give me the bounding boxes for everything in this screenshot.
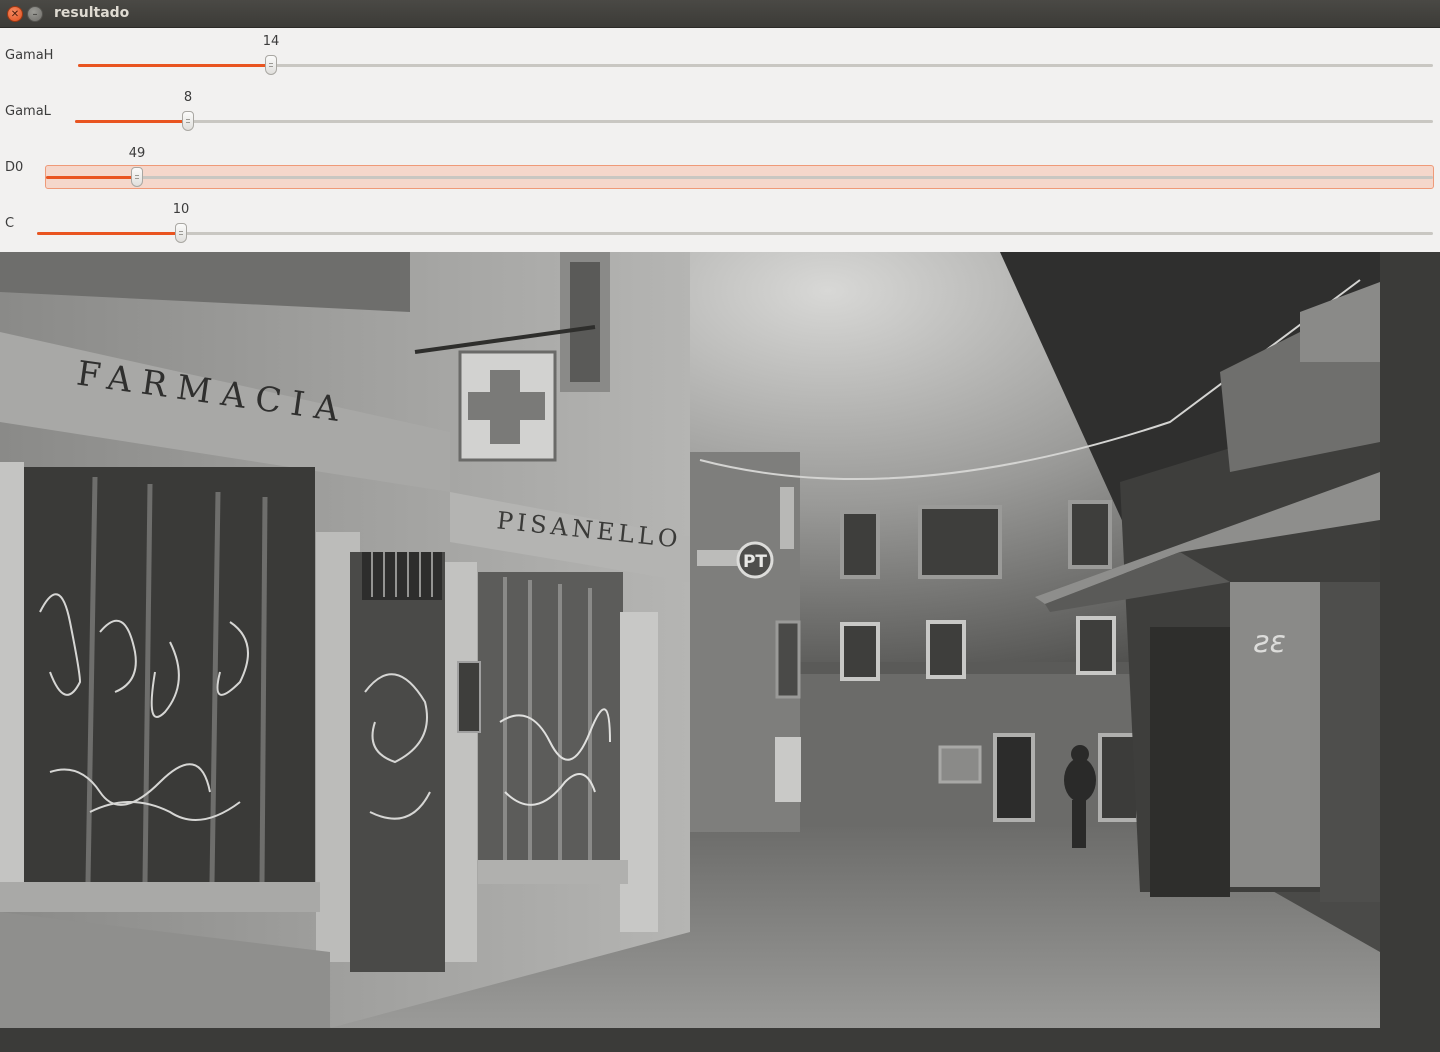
trackbar-fill	[78, 64, 271, 67]
trackbar-groove[interactable]	[37, 232, 1433, 235]
image-display-area: PT ƨɛ FARMACIA PISANELLO	[0, 252, 1440, 1052]
title-bar[interactable]: ✕ – resultado	[0, 0, 1440, 28]
minimize-icon[interactable]: –	[27, 6, 43, 22]
trackbar-handle[interactable]	[182, 111, 194, 131]
trackbar-slider[interactable]	[78, 53, 1433, 77]
trackbar-slider[interactable]	[45, 165, 1434, 189]
trackbar-label: D0	[5, 160, 24, 175]
trackbar-label: GamaH	[5, 48, 54, 63]
trackbar-handle[interactable]	[265, 55, 277, 75]
trackbar-groove[interactable]	[46, 176, 1433, 179]
app-window: ✕ – resultado GamaH 14 GamaL 8 D0 49 C 1…	[0, 0, 1440, 1052]
trackbar-d0: D0 49	[0, 140, 1440, 196]
trackbar-groove[interactable]	[78, 64, 1433, 67]
trackbar-gamal: GamaL 8	[0, 84, 1440, 140]
window-title: resultado	[54, 5, 130, 21]
trackbar-handle[interactable]	[131, 167, 143, 187]
trackbar-gamah: GamaH 14	[0, 28, 1440, 84]
trackbar-fill	[46, 176, 137, 179]
trackbar-slider[interactable]	[37, 221, 1433, 245]
trackbar-groove[interactable]	[75, 120, 1433, 123]
trackbar-label: GamaL	[5, 104, 51, 119]
trackbar-value: 10	[172, 202, 190, 217]
street-scene-image: PT ƨɛ FARMACIA PISANELLO	[0, 252, 1380, 1028]
trackbar-slider[interactable]	[75, 109, 1433, 133]
trackbar-value: 14	[262, 34, 280, 49]
trackbar-value: 49	[128, 146, 146, 161]
trackbar-panel: GamaH 14 GamaL 8 D0 49 C 10	[0, 28, 1440, 252]
trackbar-c: C 10	[0, 196, 1440, 252]
trackbar-label: C	[5, 216, 15, 231]
close-icon[interactable]: ✕	[7, 6, 23, 22]
trackbar-handle[interactable]	[175, 223, 187, 243]
svg-text:ƨɛ: ƨɛ	[1253, 625, 1286, 660]
trackbar-fill	[37, 232, 181, 235]
filtered-photo: PT ƨɛ FARMACIA PISANELLO	[0, 252, 1380, 1028]
pt-sign: PT	[743, 552, 767, 572]
trackbar-value: 8	[183, 90, 193, 105]
trackbar-fill	[75, 120, 188, 123]
